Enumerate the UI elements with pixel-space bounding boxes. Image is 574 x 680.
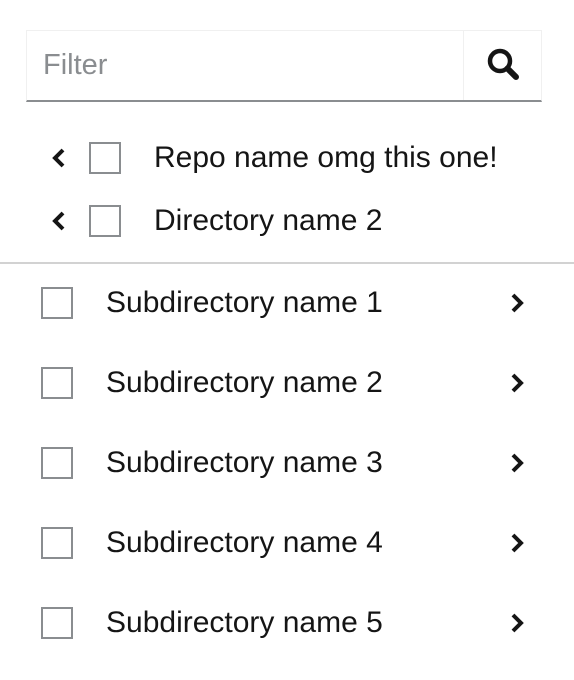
filter-search-group xyxy=(26,30,542,102)
chevron-right-icon[interactable] xyxy=(506,371,528,395)
list-item-checkbox[interactable] xyxy=(41,287,73,319)
chevron-left-icon[interactable] xyxy=(48,146,70,170)
list-item-label: Subdirectory name 4 xyxy=(106,526,383,559)
list-item[interactable]: Subdirectory name 4 xyxy=(0,521,574,565)
trail-checkbox[interactable] xyxy=(89,142,121,174)
list-item[interactable]: Subdirectory name 2 xyxy=(0,361,574,405)
trail-item-directory: Directory name 2 xyxy=(0,201,574,241)
search-button[interactable] xyxy=(463,31,541,100)
trail-label: Repo name omg this one! xyxy=(154,141,498,174)
search-icon xyxy=(486,47,520,84)
list-item-checkbox[interactable] xyxy=(41,367,73,399)
list-item[interactable]: Subdirectory name 3 xyxy=(0,441,574,485)
chevron-right-icon[interactable] xyxy=(506,531,528,555)
filter-input[interactable] xyxy=(27,31,463,100)
list-item-label: Subdirectory name 3 xyxy=(106,446,383,479)
list-item-label: Subdirectory name 1 xyxy=(106,286,383,319)
list-item-checkbox[interactable] xyxy=(41,527,73,559)
trail-item-repo: Repo name omg this one! xyxy=(0,138,574,178)
chevron-left-icon[interactable] xyxy=(48,209,70,233)
trail-checkbox[interactable] xyxy=(89,205,121,237)
chevron-right-icon[interactable] xyxy=(506,291,528,315)
list-item[interactable]: Subdirectory name 5 xyxy=(0,601,574,645)
trail-label: Directory name 2 xyxy=(154,204,383,237)
list-item[interactable]: Subdirectory name 1 xyxy=(0,281,574,325)
chevron-right-icon[interactable] xyxy=(506,611,528,635)
list-item-checkbox[interactable] xyxy=(41,447,73,479)
list-item-label: Subdirectory name 2 xyxy=(106,366,383,399)
list-item-checkbox[interactable] xyxy=(41,607,73,639)
chevron-right-icon[interactable] xyxy=(506,451,528,475)
divider xyxy=(0,262,574,264)
list-item-label: Subdirectory name 5 xyxy=(106,606,383,639)
